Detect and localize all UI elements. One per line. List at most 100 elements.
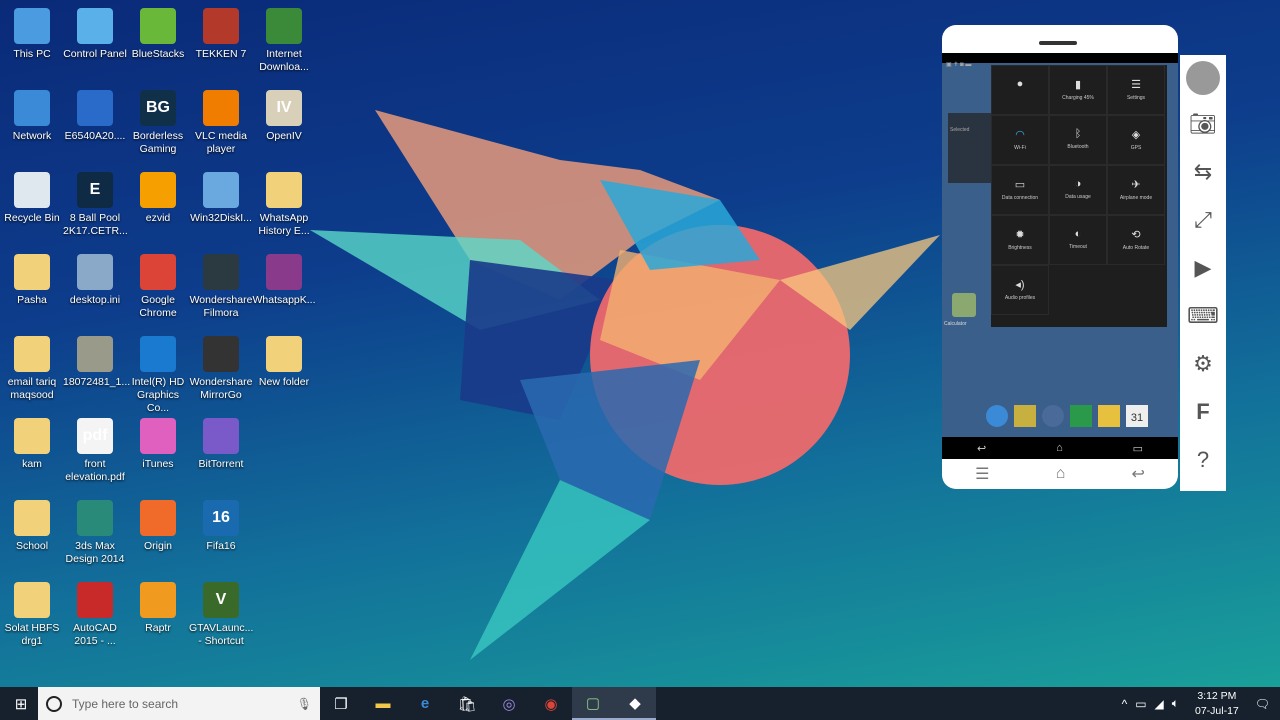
desktop-icon[interactable]: BlueStacks [126,2,190,61]
desktop-icon[interactable]: E6540A20.... [63,84,127,143]
desktop-icon-label: Wondershare MirrorGo [189,376,253,401]
messages-icon[interactable] [1098,405,1120,427]
phone-dock: 31 [986,405,1148,427]
phone-mirror-window[interactable]: ▣ ✝ ◙ ▬ Selected ● ▮ Charging 45% ☰ Settings… [942,25,1178,489]
desktop-icon[interactable]: Origin [126,494,190,553]
search-box[interactable]: Type here to search 🎙︎ [38,687,320,720]
desktop-icon[interactable]: School [0,494,64,553]
desktop-icon[interactable]: Network [0,84,64,143]
volume-icon[interactable]: 🔈︎ [1172,696,1179,711]
side-widget-label: Selected [950,127,970,133]
help-icon[interactable]: ? [1197,441,1209,479]
desktop-icon[interactable]: BitTorrent [189,412,253,471]
quick-tile[interactable]: ⟲ Auto Rotate [1107,215,1165,265]
desktop-icon[interactable]: V GTAVLaunc... - Shortcut [189,576,253,648]
feedback-icon[interactable]: F [1196,393,1209,431]
back-icon[interactable]: ↩ [1131,464,1144,484]
back-icon[interactable]: ↩ [977,442,986,455]
desktop-icon[interactable]: IV OpenIV [252,84,316,143]
start-button[interactable]: ⊞ [0,687,42,720]
keyboard-icon[interactable]: ⌨ [1187,297,1219,335]
desktop-icon[interactable]: email tariq maqsood [0,330,64,402]
desktop-icon[interactable]: Raptr [126,576,190,635]
desktop-icon[interactable]: This PC [0,2,64,61]
desktop-icon[interactable]: desktop.ini [63,248,127,307]
desktop-icon[interactable]: iTunes [126,412,190,471]
desktop-icon[interactable]: WhatsappK... [252,248,316,307]
quick-tile[interactable]: ᛒ Bluetooth [1049,115,1107,165]
notifications-icon[interactable]: 🗨︎ [1255,697,1270,711]
edge-icon[interactable]: e [404,687,446,720]
clock[interactable]: 3:12 PM 07-Jul-17 [1195,689,1239,719]
gallery-icon[interactable] [1014,405,1036,427]
desktop-icon[interactable]: TEKKEN 7 [189,2,253,61]
record-icon[interactable]: ▶ [1195,249,1212,287]
gear-icon[interactable]: ⚙ [1193,345,1213,383]
quick-tile[interactable]: ◑ Data usage [1049,165,1107,215]
quick-tile[interactable]: ▭ Data connection [991,165,1049,215]
bittorrent-taskbar-icon[interactable]: ◎ [488,687,530,720]
desktop-icon[interactable]: Wondershare Filmora [189,248,253,320]
desktop-icon[interactable]: BG Borderless Gaming [126,84,190,156]
calendar-icon[interactable]: 31 [1126,405,1148,427]
camera-icon[interactable]: 📷︎ [1189,105,1217,143]
desktop-icon[interactable]: WhatsApp History E... [252,166,316,238]
quick-tile[interactable]: ◈ GPS [1107,115,1165,165]
quick-tile[interactable]: ◠ Wi-Fi [991,115,1049,165]
phone-screen[interactable]: ▣ ✝ ◙ ▬ Selected ● ▮ Charging 45% ☰ Settings… [942,53,1178,459]
desktop-icon[interactable]: Recycle Bin [0,166,64,225]
desktop-icon[interactable]: 3ds Max Design 2014 [63,494,127,566]
calculator-icon[interactable] [952,293,976,317]
desktop-icon[interactable]: New folder [252,330,316,389]
desktop-icon[interactable]: ezvid [126,166,190,225]
desktop-icon[interactable]: 18072481_1... [63,330,130,389]
avatar-icon[interactable] [1186,61,1220,95]
filmora-taskbar-icon[interactable]: ◆ [614,687,656,720]
desktop-icon[interactable]: AutoCAD 2015 - ... [63,576,127,648]
desktop-icon[interactable]: Google Chrome [126,248,190,320]
home-icon[interactable]: ⌂ [1056,442,1063,454]
store-icon[interactable]: 🛍︎ [446,687,488,720]
quick-tile[interactable]: ☰ Settings [1107,65,1165,115]
menu-icon[interactable]: ☰ [975,464,989,484]
desktop-icon[interactable]: Win32DiskI... [189,166,253,225]
quick-tile-label: Auto Rotate [1122,245,1150,251]
transfer-icon[interactable]: ⇆ [1194,153,1212,191]
desktop-icon[interactable]: kam [0,412,64,471]
fullscreen-icon[interactable]: ⤢ [1194,201,1212,239]
desktop-icon[interactable]: Internet Downloa... [252,2,316,74]
home-icon[interactable]: ⌂ [1056,465,1066,483]
chrome-taskbar-icon[interactable]: ◉ [530,687,572,720]
desktop-icon[interactable]: Control Panel [63,2,127,61]
phone-icon[interactable] [1070,405,1092,427]
desktop-icon[interactable]: VLC media player [189,84,253,156]
desktop-icon[interactable]: Wondershare MirrorGo [189,330,253,402]
desktop-icon[interactable]: Solat HBFS drg1 [0,576,64,648]
desktop-icon[interactable]: E 8 Ball Pool 2K17.CETR... [63,166,128,238]
timeout-icon: ◐ [1074,228,1082,240]
quick-tile[interactable]: ✈ Airplane mode [1107,165,1165,215]
quick-tile[interactable]: ▮ Charging 45% [1049,65,1107,115]
wifi-icon[interactable]: ◢ [1155,697,1164,711]
quick-tile[interactable]: ● [991,65,1049,115]
quick-tile[interactable]: ✹ Brightness [991,215,1049,265]
quick-tile[interactable]: ◂) Audio profiles [991,265,1049,315]
mirrorgo-taskbar-icon[interactable]: ▢ [572,687,614,720]
browser-icon[interactable] [986,405,1008,427]
desktop-icon[interactable]: Pasha [0,248,64,307]
microphone-icon[interactable]: 🎙︎ [297,697,312,711]
desktop-icon[interactable]: 16 Fifa16 [189,494,253,553]
desktop-icon[interactable]: Intel(R) HD Graphics Co... [126,330,190,415]
quick-tile[interactable]: ◐ Timeout [1049,215,1107,265]
show-hidden-icons[interactable]: ^ [1122,697,1128,711]
3dsmax-icon [77,500,113,536]
desktop-icon-label: School [15,540,49,552]
apps-icon[interactable] [1042,405,1064,427]
desktop-icon[interactable]: pdf front elevation.pdf [63,412,127,484]
fifa-icon: 16 [203,500,239,536]
battery-icon[interactable]: ▭ [1135,697,1146,711]
data-icon: ▭ [1014,179,1026,191]
recents-icon[interactable]: ▭ [1133,442,1143,455]
task-view-icon[interactable]: ❐ [320,687,362,720]
file-explorer-icon[interactable]: ▬ [362,687,404,720]
